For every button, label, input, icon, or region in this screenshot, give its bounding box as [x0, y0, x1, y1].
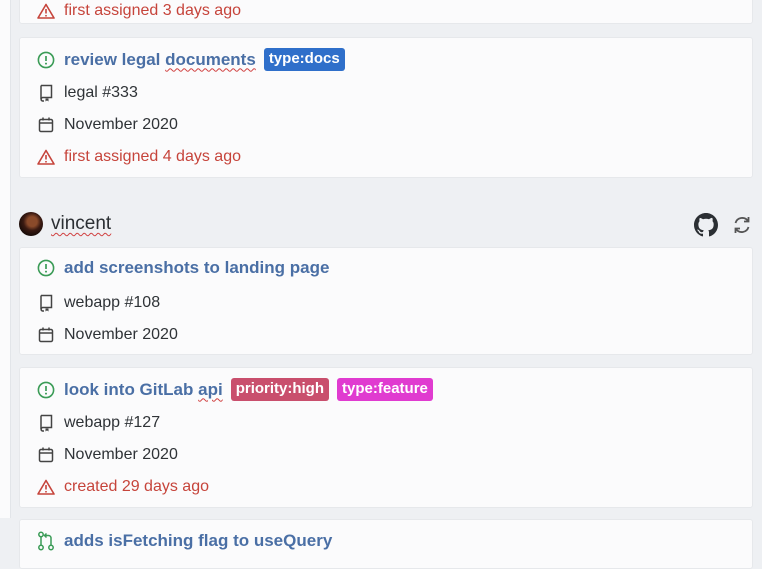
date-row: November 2020 [36, 115, 178, 135]
date-row: November 2020 [36, 325, 178, 345]
repo-icon [36, 83, 56, 103]
issue-title[interactable]: review legal documents [64, 50, 256, 70]
pr-title-row: adds isFetching flag to useQuery [36, 531, 332, 551]
warning-row: created 29 days ago [36, 477, 209, 497]
github-icon[interactable] [694, 213, 718, 242]
issue-card[interactable]: add screenshots to landing page webapp #… [19, 247, 753, 355]
date-text: November 2020 [64, 446, 178, 463]
warning-row: first assigned 3 days ago [36, 1, 241, 21]
date-text: November 2020 [64, 326, 178, 343]
repo-row: webapp #127 [36, 413, 160, 433]
date-row: November 2020 [36, 445, 178, 465]
pull-request-card[interactable]: adds isFetching flag to useQuery [19, 519, 753, 569]
issue-title[interactable]: add screenshots to landing page [64, 258, 329, 278]
avatar [19, 212, 43, 236]
issue-title-row: review legal documents type:docs [36, 48, 345, 71]
username[interactable]: vincent [51, 213, 111, 235]
calendar-icon [36, 445, 56, 465]
issue-card[interactable]: review legal documents type:docs legal #… [19, 37, 753, 178]
repo-text[interactable]: legal #333 [64, 84, 138, 102]
label-badge[interactable]: priority:high [230, 378, 330, 401]
user-header: vincent [19, 211, 755, 239]
repo-icon [36, 413, 56, 433]
alert-triangle-icon [36, 147, 56, 167]
issue-card-previous[interactable]: first assigned 3 days ago [19, 0, 753, 24]
alert-triangle-icon [36, 1, 56, 21]
label-badge[interactable]: type:feature [337, 378, 433, 401]
issue-title-row: add screenshots to landing page [36, 258, 329, 278]
warning-text: first assigned 4 days ago [64, 148, 241, 165]
calendar-icon [36, 325, 56, 345]
repo-row: webapp #108 [36, 293, 160, 313]
label-badge[interactable]: type:docs [263, 48, 345, 71]
repo-row: legal #333 [36, 83, 138, 103]
warning-row: first assigned 4 days ago [36, 147, 241, 167]
warning-text: first assigned 3 days ago [64, 2, 241, 19]
issue-title[interactable]: look into GitLab api [64, 380, 223, 400]
pr-title[interactable]: adds isFetching flag to useQuery [64, 531, 332, 551]
left-rail [0, 0, 11, 518]
issue-open-icon [36, 380, 56, 400]
issue-title-row: look into GitLab api priority:high type:… [36, 378, 433, 401]
repo-text[interactable]: webapp #127 [64, 414, 160, 432]
date-text: November 2020 [64, 116, 178, 133]
alert-triangle-icon [36, 477, 56, 497]
repo-icon [36, 293, 56, 313]
issue-open-icon [36, 50, 56, 70]
issue-card[interactable]: look into GitLab api priority:high type:… [19, 367, 753, 508]
repo-text[interactable]: webapp #108 [64, 294, 160, 312]
refresh-icon[interactable] [731, 214, 753, 241]
pull-request-icon [36, 531, 56, 551]
issue-open-icon [36, 258, 56, 278]
calendar-icon [36, 115, 56, 135]
warning-text: created 29 days ago [64, 478, 209, 495]
